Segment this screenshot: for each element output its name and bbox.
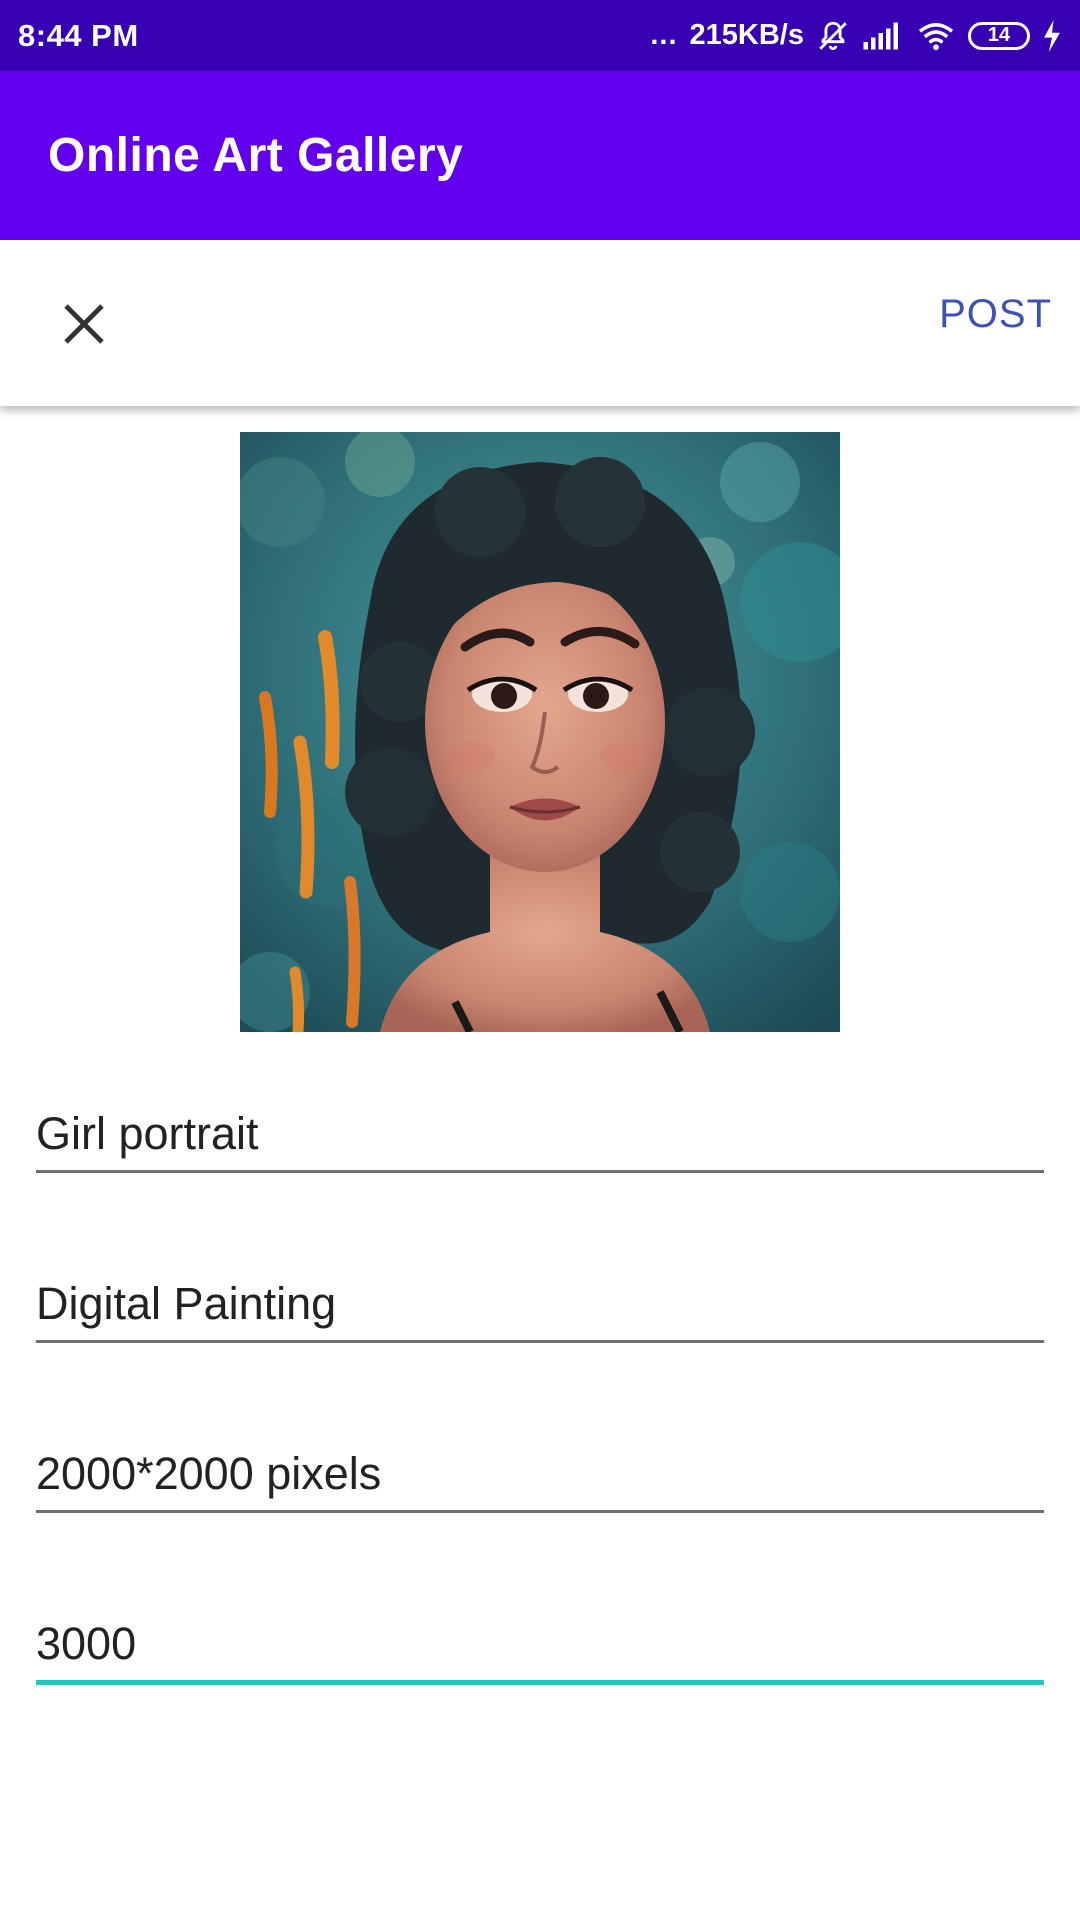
status-time: 8:44 PM [18,17,139,53]
title-input[interactable] [36,1108,1044,1173]
signal-icon [862,21,904,51]
action-bar: POST [0,240,1080,406]
post-button[interactable]: POST [939,292,1052,337]
status-bar: 8:44 PM ... 215KB/s 14 [0,0,1080,71]
close-icon [60,300,108,353]
wifi-icon [916,20,956,52]
close-button[interactable] [48,290,120,362]
category-input[interactable] [36,1278,1044,1343]
network-speed: 215KB/s [689,19,804,51]
status-indicators: ... 215KB/s 14 [650,19,1062,53]
price-field[interactable] [36,1618,1044,1685]
size-input[interactable] [36,1448,1044,1513]
title-field[interactable] [36,1108,1044,1173]
size-field[interactable] [36,1448,1044,1513]
artwork-image[interactable] [240,432,840,1032]
category-field[interactable] [36,1278,1044,1343]
status-dots: ... [650,19,678,51]
app-title: Online Art Gallery [48,129,464,182]
battery-level: 14 [987,24,1011,46]
app-bar: Online Art Gallery [0,71,1080,240]
battery-icon: 14 [968,21,1030,50]
charging-icon [1042,19,1062,52]
mute-icon [816,19,850,53]
price-input[interactable] [36,1618,1044,1685]
